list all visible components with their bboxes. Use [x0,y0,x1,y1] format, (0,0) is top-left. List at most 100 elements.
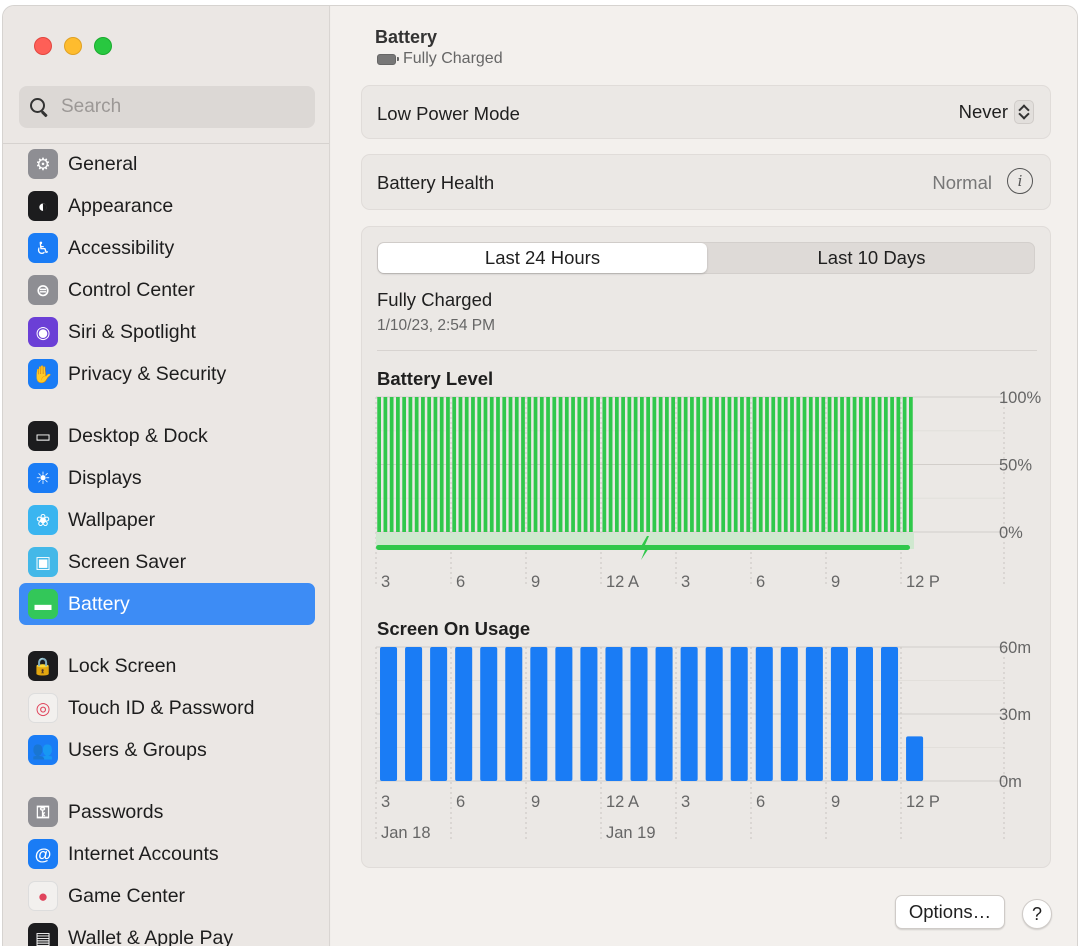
x-tick-label: 6 [756,793,765,811]
bar [680,647,698,781]
battery-health-row: Battery Health Normal i [361,154,1051,210]
sidebar-item-passwords[interactable]: ⚿ Passwords [19,791,315,833]
sidebar-item-label: Privacy & Security [68,362,227,385]
bar [855,647,873,781]
game-center-icon: ● [28,881,58,911]
flower-icon: ❀ [28,505,58,535]
info-icon[interactable]: i [1007,168,1033,194]
bar [555,647,573,781]
accessibility-icon: ♿ [28,233,58,263]
bar [730,647,748,781]
page-title: Battery [375,27,438,47]
sidebar-item-label: Lock Screen [68,654,177,677]
low-power-mode-label: Low Power Mode [377,103,520,124]
battery-health-label: Battery Health [377,172,495,193]
control-center-icon: ⊜ [28,275,58,305]
sidebar-item-label: General [68,152,138,175]
sidebar-item-label: Game Center [68,884,186,907]
sidebar-item-displays[interactable]: ☀ Displays [19,457,315,499]
hand-icon: ✋ [28,359,58,389]
sidebar-item-touch-id-password[interactable]: ◎ Touch ID & Password [19,687,315,729]
sidebar-item-label: Screen Saver [68,550,187,573]
sidebar-item-label: Wallet & Apple Pay [68,926,234,946]
help-button[interactable]: ? [1022,899,1052,929]
x-tick-label: 12 P [906,793,940,811]
x-tick-label: 6 [456,793,465,811]
y-tick-label: 30m [999,706,1031,724]
bar [430,647,448,781]
sidebar-item-battery[interactable]: ▬ Battery [19,583,315,625]
sidebar-item-label: Control Center [68,278,195,301]
sidebar-item-general[interactable]: ⚙ General [19,143,315,185]
wallet-icon: ▤ [28,923,58,946]
sidebar-item-game-center[interactable]: ● Game Center [19,875,315,917]
y-tick-label: 60m [999,639,1031,657]
bar [755,647,773,781]
bar [705,647,723,781]
sidebar-item-lock-screen[interactable]: 🔒 Lock Screen [19,645,315,687]
at-icon: @ [28,839,58,869]
lock-icon: 🔒 [28,651,58,681]
sidebar-item-screen-saver[interactable]: ▣ Screen Saver [19,541,315,583]
sidebar-item-appearance[interactable]: ◐ Appearance [19,185,315,227]
bar [455,647,473,781]
battery-usage-card: Last 24 Hours Last 10 Days Fully Charged… [361,226,1051,868]
sidebar-item-label: Battery [68,592,130,615]
gear-icon: ⚙ [28,149,58,179]
sidebar-item-label: Displays [68,466,142,489]
sidebar-item-label: Internet Accounts [68,842,219,865]
sidebar-item-control-center[interactable]: ⊜ Control Center [19,269,315,311]
close-window-button[interactable] [34,37,52,55]
screen-saver-icon: ▣ [28,547,58,577]
bar [830,647,848,781]
low-power-mode-row: Low Power Mode Never [361,85,1051,139]
sidebar-item-label: Accessibility [68,236,175,259]
battery-icon: ▬ [28,589,58,619]
sidebar-item-siri-spotlight[interactable]: ◉ Siri & Spotlight [19,311,315,353]
chevron-updown-icon [1014,100,1034,124]
y-tick-label: 0m [999,773,1022,791]
search-field[interactable] [19,86,315,128]
search-input[interactable] [61,96,301,118]
sidebar-item-label: Users & Groups [68,738,207,761]
sidebar-item-users-groups[interactable]: 👥 Users & Groups [19,729,315,771]
minimize-window-button[interactable] [64,37,82,55]
sidebar-item-label: Touch ID & Password [68,696,255,719]
date-label: Jan 19 [606,824,656,842]
sidebar-item-label: Wallpaper [68,508,156,531]
siri-icon: ◉ [28,317,58,347]
sidebar-item-wallpaper[interactable]: ❀ Wallpaper [19,499,315,541]
bar [780,647,798,781]
options-button[interactable]: Options… [895,895,1005,929]
sidebar-item-internet-accounts[interactable]: @ Internet Accounts [19,833,315,875]
x-tick-label: 9 [831,793,840,811]
date-label: Jan 18 [381,824,431,842]
charge-status-text: Fully Charged [403,50,503,67]
low-power-mode-select[interactable]: Never [959,100,1034,124]
screen-on-usage-chart: 3 6 9 12 A 3 6 9 12 P 60m 30m 0m Jan 18 Jan 19 [375,639,1031,842]
bar [605,647,623,781]
appearance-icon: ◐ [28,191,58,221]
bar [530,647,548,781]
x-tick-label: 9 [531,793,540,811]
battery-status-icon [377,53,399,65]
bar [480,647,498,781]
bar [580,647,598,781]
key-icon: ⚿ [28,797,58,827]
bar [881,647,899,781]
sidebar-item-wallet-apple-pay[interactable]: ▤ Wallet & Apple Pay [19,917,315,946]
zoom-window-button[interactable] [94,37,112,55]
x-tick-label: 3 [681,793,690,811]
settings-window: ⚙ General ◐ Appearance ♿ Accessibility ⊜ Contro… [2,5,1078,946]
x-tick-label: 12 A [606,793,639,811]
sidebar-item-label: Appearance [68,194,174,217]
sidebar-item-privacy-security[interactable]: ✋ Privacy & Security [19,353,315,395]
users-icon: 👥 [28,735,58,765]
battery-pane: Battery Fully Charged Low Power Mode Nev… [331,6,1077,946]
x-tick-label: 3 [381,793,390,811]
sidebar-item-accessibility[interactable]: ♿ Accessibility [19,227,315,269]
sidebar-item-desktop-dock[interactable]: ▭ Desktop & Dock [19,415,315,457]
bar [906,736,924,781]
bar [505,647,523,781]
battery-health-value: Normal [932,172,992,193]
